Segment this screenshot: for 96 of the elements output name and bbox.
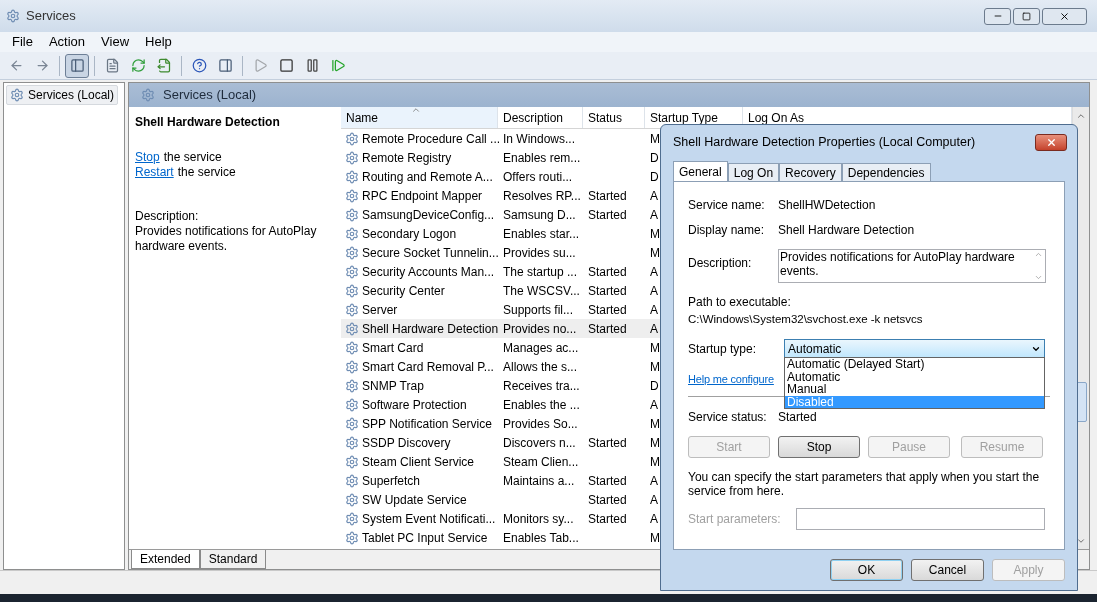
field-value: ShellHWDetection <box>778 197 876 214</box>
window-title: Services <box>26 7 76 26</box>
table-cell-text: M <box>650 453 660 471</box>
service-name: SamsungDeviceConfig... <box>362 206 495 224</box>
table-cell-text: Receives tra... <box>502 377 581 395</box>
table-cell-text: Monitors sy... <box>502 510 575 528</box>
service-name: SW Update Service <box>362 491 467 509</box>
table-cell-text: Started <box>587 206 628 224</box>
table-cell-text: M <box>650 225 660 243</box>
table-cell-text: M <box>650 339 660 357</box>
service-heading: Shell Hardware Detection <box>135 114 281 131</box>
field-label: Display name: <box>688 222 766 239</box>
table-cell-text: Provides no... <box>502 320 578 338</box>
table-cell-text: Allows the s... <box>502 358 579 376</box>
pane-title: Services (Local) <box>163 86 257 105</box>
action-label: the service <box>177 165 236 180</box>
table-cell-text: A <box>650 187 659 205</box>
table-cell-text: A <box>650 206 659 224</box>
service-name: Server <box>362 301 398 319</box>
table-cell-text: Discovers n... <box>502 434 577 452</box>
table-cell-text: Steam Clien... <box>502 453 580 471</box>
table-cell-text: Enables rem... <box>502 149 582 167</box>
service-name: Steam Client Service <box>362 453 475 471</box>
table-cell-text: Enables star... <box>502 225 581 243</box>
description-text: Provides notifications for AutoPlay hardware events. <box>135 224 318 254</box>
table-cell-text: Started <box>587 301 628 319</box>
field-label: Description: <box>688 255 753 272</box>
service-name: Shell Hardware Detection <box>362 320 499 338</box>
table-cell-text: Started <box>587 472 628 490</box>
action-label: the service <box>163 150 222 165</box>
service-name: Security Center <box>362 282 445 300</box>
table-cell-text: M <box>650 358 660 376</box>
service-name: RPC Endpoint Mapper <box>362 187 483 205</box>
table-cell-text: M <box>650 415 660 433</box>
table-cell-text: A <box>650 491 659 509</box>
table-cell-text: Started <box>587 263 628 281</box>
field-label: Service status: <box>688 408 768 426</box>
start-parameters-note: You can specify the start parameters that apply when you start the service from here. <box>688 470 1041 498</box>
table-cell-text: M <box>650 434 660 452</box>
field-value: Started <box>778 408 817 426</box>
service-name: Secure Socket Tunnelin... <box>362 244 499 262</box>
table-cell-text: A <box>650 510 659 528</box>
table-cell-text: The WSCSV... <box>502 282 581 300</box>
table-cell-text: Started <box>587 320 628 338</box>
table-cell-text: Offers routi... <box>502 168 574 186</box>
service-name: Smart Card Removal P... <box>362 358 494 376</box>
table-cell-text: D <box>650 377 660 395</box>
table-cell-text: Supports fil... <box>502 301 575 319</box>
service-name: Superfetch <box>362 472 421 490</box>
service-name: SNMP Trap <box>362 377 424 395</box>
table-cell-text: M <box>650 244 660 262</box>
dialog-title: Shell Hardware Detection Properties (Local Computer) <box>673 134 976 152</box>
service-name: Remote Registry <box>362 149 452 167</box>
table-cell-text: Enables Tab... <box>502 529 580 547</box>
table-cell-text: D <box>650 149 660 167</box>
table-cell-text: M <box>650 130 660 148</box>
service-name: SPP Notification Service <box>362 415 492 433</box>
description-label: Description: <box>135 209 200 224</box>
table-cell-text: Enables the ... <box>502 396 581 414</box>
field-value: Provides notifications for AutoPlay hardware events. <box>779 250 1016 280</box>
table-cell-text: The startup ... <box>502 263 579 281</box>
service-name: Remote Procedure Call ... <box>362 130 501 148</box>
executable-path: C:\Windows\System32\svchost.exe -k netsvcs <box>688 312 924 327</box>
table-cell-text: Started <box>587 187 628 205</box>
service-name: Tablet PC Input Service <box>362 529 488 547</box>
service-name: Security Accounts Man... <box>362 263 495 281</box>
service-name: Routing and Remote A... <box>362 168 493 186</box>
table-cell-text: A <box>650 320 659 338</box>
table-cell-text: A <box>650 396 659 414</box>
field-label: Path to executable: <box>688 295 792 310</box>
table-cell-text: Started <box>587 282 628 300</box>
table-cell-text: Provides su... <box>502 244 577 262</box>
field-label: Startup type: <box>688 341 758 358</box>
field-value: Shell Hardware Detection <box>778 222 915 239</box>
table-cell-text: A <box>650 282 659 300</box>
table-cell-text: Manages ac... <box>502 339 580 357</box>
field-label: Service name: <box>688 197 766 214</box>
service-name: Software Protection <box>362 396 467 414</box>
service-name: SSDP Discovery <box>362 434 451 452</box>
table-cell-text: A <box>650 263 659 281</box>
field-label: Start parameters: <box>688 511 782 528</box>
table-cell-text: Samsung D... <box>502 206 577 224</box>
table-cell-text: Provides So... <box>502 415 579 433</box>
table-cell-text: A <box>650 301 659 319</box>
table-cell-text: Started <box>587 510 628 528</box>
table-cell-text: D <box>650 168 660 186</box>
table-cell-text: M <box>650 529 660 547</box>
table-cell-text: Started <box>587 434 628 452</box>
service-name: Secondary Logon <box>362 225 457 243</box>
service-name: Smart Card <box>362 339 424 357</box>
table-cell-text: Started <box>587 491 628 509</box>
table-cell-text: Resolves RP... <box>502 187 582 205</box>
table-cell-text: In Windows... <box>502 130 577 148</box>
table-cell-text: A <box>650 472 659 490</box>
table-cell-text: Maintains a... <box>502 472 576 490</box>
service-name: System Event Notificati... <box>362 510 496 528</box>
